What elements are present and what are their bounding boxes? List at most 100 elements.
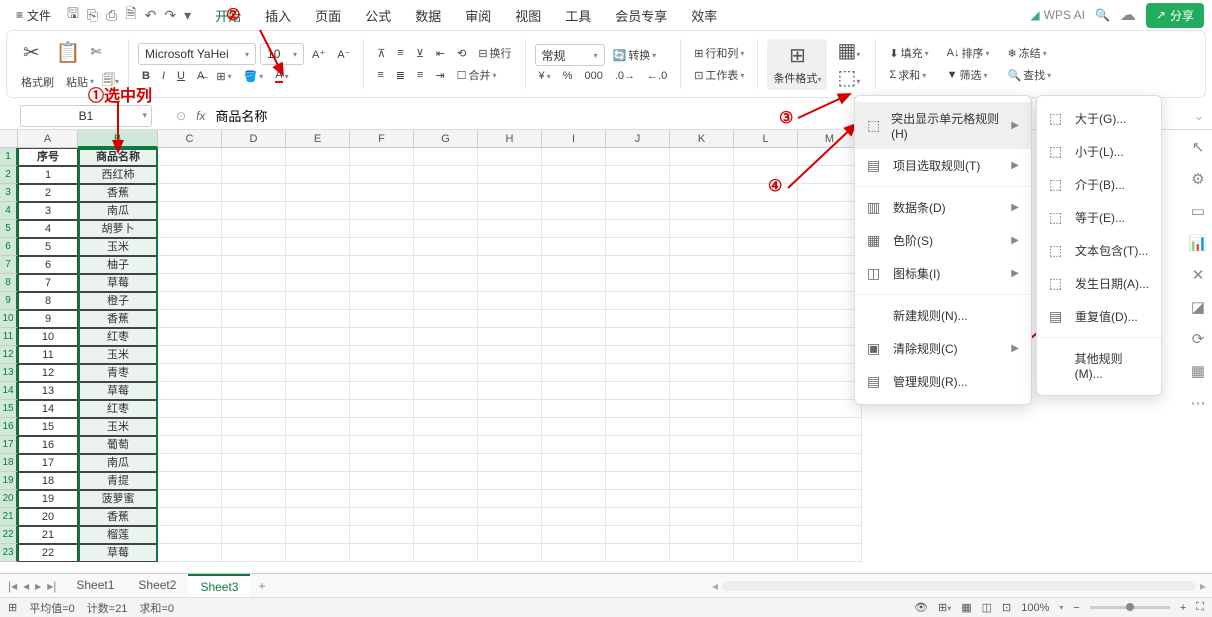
side-backup-icon[interactable]: ⟳ bbox=[1192, 330, 1205, 348]
row-header[interactable]: 6 bbox=[0, 238, 18, 256]
cell[interactable] bbox=[478, 256, 542, 274]
cell[interactable]: 橙子 bbox=[78, 292, 158, 310]
cell[interactable] bbox=[414, 526, 478, 544]
cell[interactable] bbox=[478, 346, 542, 364]
cell[interactable] bbox=[286, 310, 350, 328]
cell[interactable] bbox=[542, 274, 606, 292]
cell[interactable] bbox=[414, 400, 478, 418]
cell[interactable] bbox=[542, 508, 606, 526]
cell[interactable] bbox=[222, 454, 286, 472]
cell[interactable]: 青枣 bbox=[78, 364, 158, 382]
cell[interactable] bbox=[606, 454, 670, 472]
cell[interactable] bbox=[734, 400, 798, 418]
cell[interactable] bbox=[350, 544, 414, 562]
cell[interactable] bbox=[798, 436, 862, 454]
cell[interactable] bbox=[542, 166, 606, 184]
col-header-L[interactable]: L bbox=[734, 130, 798, 148]
cell[interactable] bbox=[222, 220, 286, 238]
cell[interactable] bbox=[734, 454, 798, 472]
cell[interactable] bbox=[158, 220, 222, 238]
copy-icon[interactable]: 🗐▾ bbox=[102, 71, 119, 93]
col-header-E[interactable]: E bbox=[286, 130, 350, 148]
cell[interactable] bbox=[414, 544, 478, 562]
cell[interactable]: 20 bbox=[18, 508, 78, 526]
cell[interactable]: 香蕉 bbox=[78, 184, 158, 202]
align-bottom-icon[interactable]: ⊻ bbox=[412, 45, 428, 62]
undo-icon[interactable]: ↶ bbox=[145, 7, 157, 24]
decrease-font-icon[interactable]: A⁻ bbox=[333, 46, 354, 63]
view-break-icon[interactable]: ⊡ bbox=[1002, 601, 1011, 614]
cell[interactable] bbox=[734, 346, 798, 364]
menu-item[interactable]: ▥数据条(D)▶ bbox=[855, 191, 1031, 224]
cell[interactable] bbox=[478, 436, 542, 454]
status-grid-icon[interactable]: ⊞▾ bbox=[938, 601, 951, 614]
cell[interactable] bbox=[414, 328, 478, 346]
cell[interactable] bbox=[350, 220, 414, 238]
wrap-text-button[interactable]: ⊟ 换行 bbox=[474, 43, 515, 63]
cell[interactable]: 西红柿 bbox=[78, 166, 158, 184]
cell[interactable] bbox=[734, 238, 798, 256]
cell[interactable] bbox=[158, 490, 222, 508]
view-normal-icon[interactable]: ▦ bbox=[961, 601, 971, 614]
cell[interactable] bbox=[798, 220, 862, 238]
cell[interactable] bbox=[478, 292, 542, 310]
fullscreen-icon[interactable]: ⛶ bbox=[1196, 601, 1204, 614]
cell[interactable] bbox=[606, 328, 670, 346]
menu-item[interactable]: ▤重复值(D)... bbox=[1037, 300, 1161, 333]
row-header[interactable]: 8 bbox=[0, 274, 18, 292]
cell[interactable] bbox=[670, 148, 734, 166]
cell[interactable]: 玉米 bbox=[78, 346, 158, 364]
menu-item[interactable]: ◫图标集(I)▶ bbox=[855, 257, 1031, 290]
cell[interactable] bbox=[478, 310, 542, 328]
dec-inc-icon[interactable]: .0→ bbox=[611, 68, 639, 84]
cell[interactable] bbox=[222, 508, 286, 526]
bold-button[interactable]: B bbox=[138, 68, 154, 84]
cell[interactable] bbox=[222, 238, 286, 256]
cell[interactable]: 12 bbox=[18, 364, 78, 382]
col-header-I[interactable]: I bbox=[542, 130, 606, 148]
redo-icon[interactable]: ↷ bbox=[164, 7, 176, 24]
cell[interactable] bbox=[222, 526, 286, 544]
col-header-H[interactable]: H bbox=[478, 130, 542, 148]
cell[interactable] bbox=[158, 148, 222, 166]
zoom-out-icon[interactable]: − bbox=[1073, 602, 1079, 614]
cell[interactable] bbox=[414, 310, 478, 328]
qat-icon[interactable]: ⎘ bbox=[87, 7, 98, 24]
cell[interactable] bbox=[542, 544, 606, 562]
cell[interactable] bbox=[350, 184, 414, 202]
cell[interactable] bbox=[478, 508, 542, 526]
cell[interactable] bbox=[798, 256, 862, 274]
preview-icon[interactable]: 🗎 bbox=[125, 3, 136, 27]
row-header[interactable]: 21 bbox=[0, 508, 18, 526]
cell[interactable] bbox=[286, 544, 350, 562]
cell[interactable] bbox=[286, 490, 350, 508]
cell[interactable] bbox=[606, 400, 670, 418]
align-top-icon[interactable]: ⊼ bbox=[373, 45, 389, 62]
cell[interactable] bbox=[286, 454, 350, 472]
cell[interactable] bbox=[542, 400, 606, 418]
cell[interactable] bbox=[734, 274, 798, 292]
cell[interactable] bbox=[350, 238, 414, 256]
cell[interactable] bbox=[414, 508, 478, 526]
cell[interactable] bbox=[798, 418, 862, 436]
view-page-icon[interactable]: ◫ bbox=[982, 601, 992, 614]
cell[interactable] bbox=[542, 526, 606, 544]
underline-button[interactable]: U bbox=[173, 68, 189, 84]
cell[interactable] bbox=[158, 400, 222, 418]
cell[interactable] bbox=[350, 202, 414, 220]
cell[interactable] bbox=[478, 418, 542, 436]
fx-icon[interactable]: fx bbox=[196, 109, 205, 123]
cell[interactable] bbox=[798, 238, 862, 256]
cell[interactable] bbox=[350, 256, 414, 274]
cell[interactable] bbox=[286, 508, 350, 526]
zoom-in-icon[interactable]: + bbox=[1180, 602, 1186, 614]
side-more-icon[interactable]: ⋯ bbox=[1191, 394, 1206, 412]
cell[interactable] bbox=[158, 328, 222, 346]
col-header-G[interactable]: G bbox=[414, 130, 478, 148]
cell[interactable] bbox=[606, 364, 670, 382]
align-left-icon[interactable]: ≡ bbox=[373, 67, 387, 83]
paste-label[interactable]: 粘贴▾ bbox=[62, 72, 98, 92]
cell[interactable] bbox=[606, 220, 670, 238]
cell[interactable] bbox=[542, 202, 606, 220]
cell[interactable] bbox=[478, 166, 542, 184]
